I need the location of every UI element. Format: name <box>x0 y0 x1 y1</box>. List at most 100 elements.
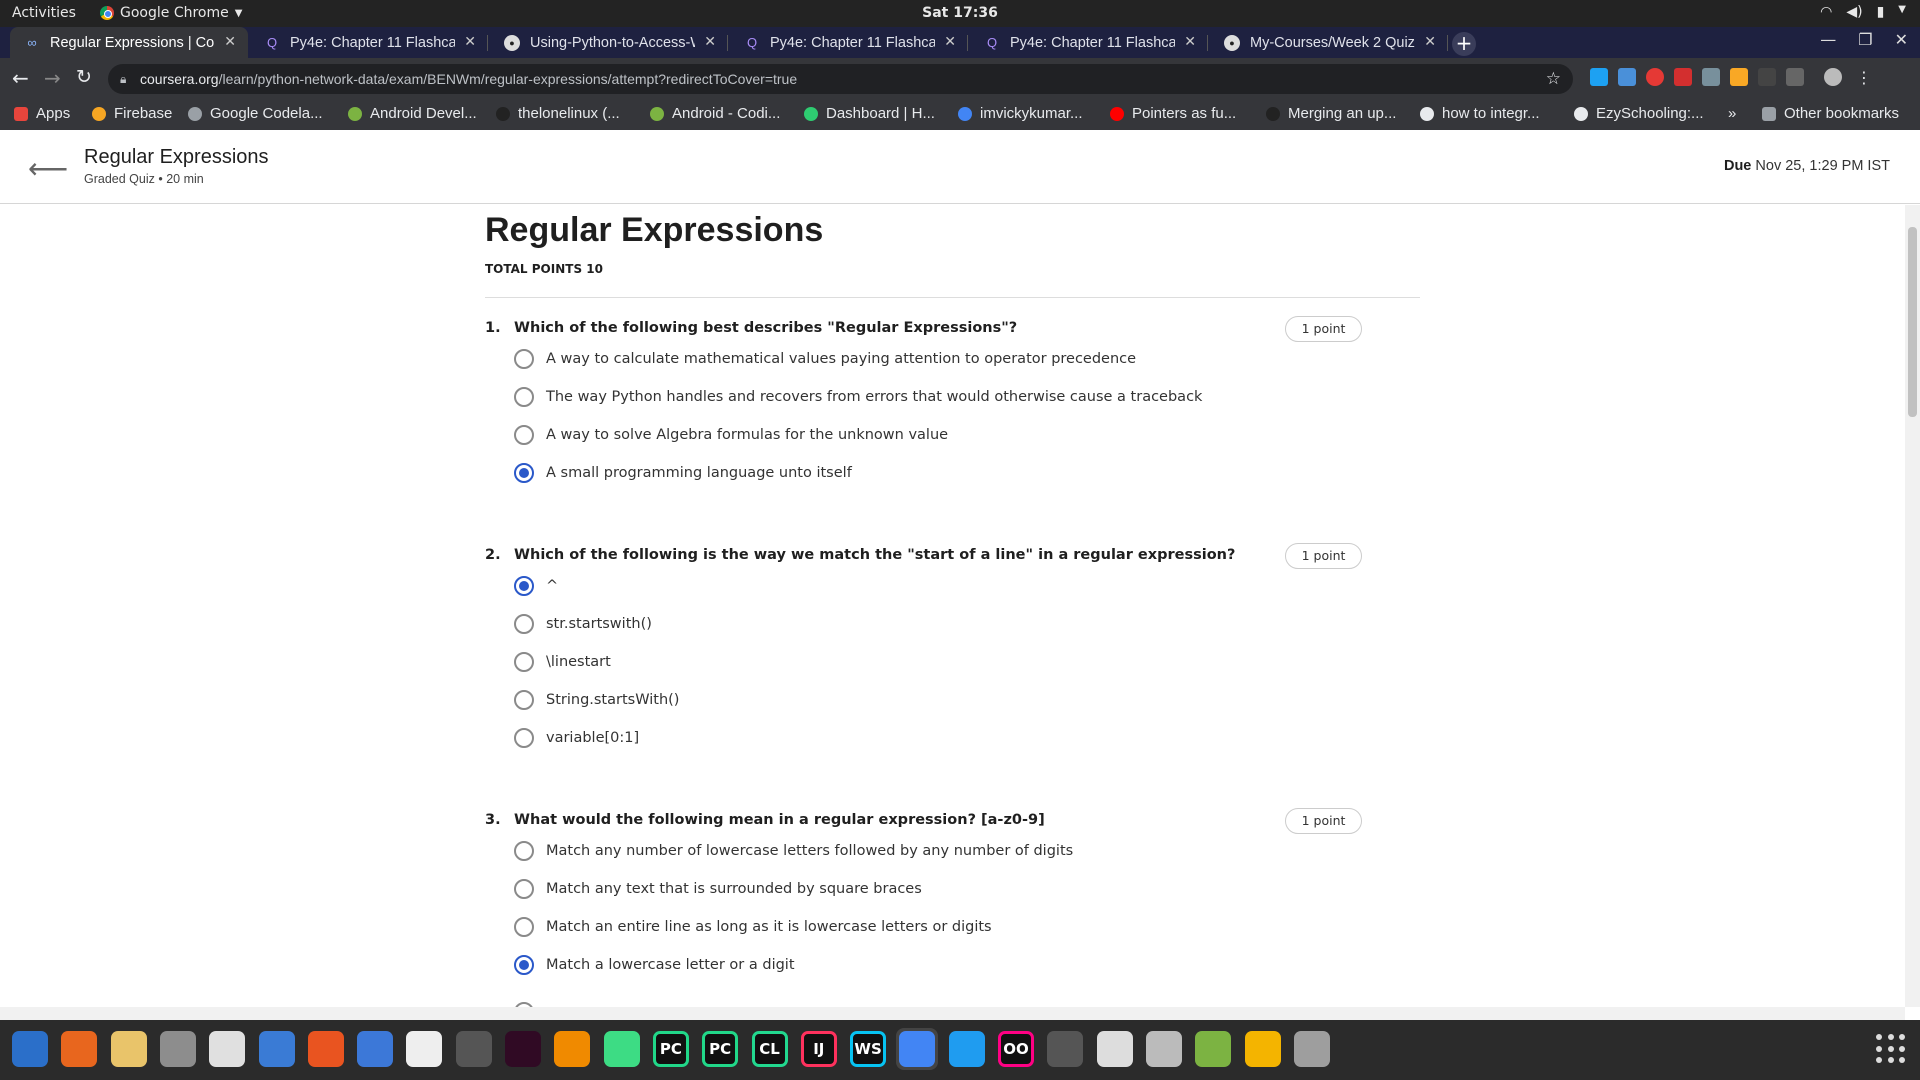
app-menu[interactable]: Google Chrome ▼ <box>100 5 242 21</box>
address-bar[interactable]: 🔒︎ coursera.org/learn/python-network-dat… <box>108 64 1573 94</box>
extension-icon[interactable] <box>1646 68 1664 86</box>
radio-button[interactable] <box>514 841 534 861</box>
answer-option[interactable]: A way to calculate mathematical values p… <box>514 349 1136 369</box>
bookmark-item[interactable]: Other bookmarks <box>1762 105 1899 122</box>
text-editor-icon[interactable] <box>206 1028 248 1070</box>
profile-avatar[interactable] <box>1824 68 1842 86</box>
bookmark-item[interactable]: thelonelinux (... <box>496 105 620 122</box>
extension-icon[interactable] <box>1618 68 1636 86</box>
answer-option[interactable]: str.startswith() <box>514 614 652 634</box>
radio-button[interactable] <box>514 955 534 975</box>
extension-icon[interactable] <box>1786 68 1804 86</box>
bookmark-item[interactable]: Pointers as fu... <box>1110 105 1236 122</box>
vlc-icon[interactable] <box>551 1028 593 1070</box>
flickr-icon[interactable]: OO <box>995 1028 1037 1070</box>
vertical-scrollbar[interactable] <box>1905 205 1920 1007</box>
answer-option[interactable]: ^ <box>514 576 558 596</box>
vscode-icon[interactable] <box>946 1028 988 1070</box>
chrome-icon[interactable] <box>896 1028 939 1070</box>
forward-icon[interactable]: → <box>44 66 61 90</box>
webstorm-icon[interactable]: WS <box>847 1028 889 1070</box>
extension-icon[interactable] <box>1702 68 1720 86</box>
bookmark-item[interactable]: Dashboard | H... <box>804 105 935 122</box>
firefox-icon[interactable] <box>58 1028 100 1070</box>
writer-icon[interactable] <box>256 1028 298 1070</box>
clion-icon[interactable]: CL <box>749 1028 791 1070</box>
answer-option[interactable]: Match any number of lowercase letters fo… <box>514 841 1073 861</box>
software-center-icon[interactable] <box>305 1028 347 1070</box>
back-arrow-icon[interactable]: ⟵ <box>28 152 68 185</box>
back-icon[interactable]: ← <box>12 66 29 90</box>
printer-icon[interactable] <box>1094 1028 1136 1070</box>
browser-tab[interactable]: ∞ Regular Expressions | Cou ✕ <box>10 27 248 58</box>
extension-icon[interactable] <box>1674 68 1692 86</box>
bookmark-item[interactable]: Android Devel... <box>348 105 477 122</box>
browser-tab[interactable]: Q Py4e: Chapter 11 Flashcar ✕ <box>250 27 488 58</box>
extension-icon[interactable] <box>1758 68 1776 86</box>
radio-button[interactable] <box>514 690 534 710</box>
intellij-icon[interactable]: IJ <box>798 1028 840 1070</box>
clock[interactable]: Sat 17:36 <box>0 5 1920 21</box>
video-icon[interactable] <box>453 1028 495 1070</box>
menu-dots-icon[interactable]: ⋮ <box>1856 68 1872 87</box>
tab-close-icon[interactable]: ✕ <box>1424 33 1436 50</box>
bookmark-star-icon[interactable]: ☆ <box>1546 64 1561 94</box>
tab-close-icon[interactable]: ✕ <box>944 33 956 50</box>
terminal-icon[interactable] <box>502 1028 544 1070</box>
browser-tab[interactable]: Q Py4e: Chapter 11 Flashcar ✕ <box>970 27 1208 58</box>
pycharm-pro-icon[interactable]: PC <box>699 1028 741 1070</box>
answer-option[interactable]: Match any text that is surrounded by squ… <box>514 879 922 899</box>
scanner-icon[interactable] <box>1143 1028 1185 1070</box>
answer-option[interactable]: A way to solve Algebra formulas for the … <box>514 425 948 445</box>
bookmark-item[interactable]: Merging an up... <box>1266 105 1396 122</box>
image-viewer-icon[interactable] <box>1192 1028 1234 1070</box>
radio-button[interactable] <box>514 652 534 672</box>
maximize-icon[interactable]: ❐ <box>1858 30 1872 49</box>
radio-button[interactable] <box>514 576 534 596</box>
answer-option[interactable]: Match an entire line as long as it is lo… <box>514 917 992 937</box>
radio-button[interactable] <box>514 349 534 369</box>
minimize-icon[interactable]: — <box>1820 30 1836 49</box>
answer-option[interactable]: variable[0:1] <box>514 728 639 748</box>
color-picker-icon[interactable] <box>1044 1028 1086 1070</box>
radio-button[interactable] <box>514 387 534 407</box>
tab-close-icon[interactable]: ✕ <box>1184 33 1196 50</box>
webcam-icon[interactable] <box>1291 1028 1333 1070</box>
answer-option[interactable]: Match a lowercase letter or a digit <box>514 955 795 975</box>
close-icon[interactable]: ✕ <box>1895 30 1908 49</box>
bookmark-item[interactable]: Android - Codi... <box>650 105 780 122</box>
horizontal-scrollbar[interactable] <box>0 1007 1905 1020</box>
tab-close-icon[interactable]: ✕ <box>464 33 476 50</box>
bookmark-item[interactable]: how to integr... <box>1420 105 1540 122</box>
thunderbird-icon[interactable] <box>9 1028 51 1070</box>
bookmark-item[interactable]: EzySchooling:... <box>1574 105 1704 122</box>
answer-option[interactable]: The way Python handles and recovers from… <box>514 387 1202 407</box>
radio-button[interactable] <box>514 728 534 748</box>
radio-button[interactable] <box>514 463 534 483</box>
bookmark-item[interactable]: Apps <box>14 105 70 122</box>
extension-icon[interactable] <box>1590 68 1608 86</box>
radio-button[interactable] <box>514 879 534 899</box>
scrollbar-thumb[interactable] <box>1908 227 1917 417</box>
tab-close-icon[interactable]: ✕ <box>704 33 716 50</box>
extension-icon[interactable] <box>1730 68 1748 86</box>
browser-tab[interactable]: Q Py4e: Chapter 11 Flashcar ✕ <box>730 27 968 58</box>
system-tray[interactable]: ◠ ◀) ▮ ▼ <box>1820 4 1906 20</box>
answer-option[interactable]: \linestart <box>514 652 611 672</box>
help-icon[interactable] <box>354 1028 396 1070</box>
new-tab-button[interactable]: + <box>1452 32 1476 56</box>
amazon-icon[interactable] <box>403 1028 445 1070</box>
bookmarks-overflow-icon[interactable]: » <box>1728 105 1736 122</box>
browser-tab[interactable]: ● Using-Python-to-Access-W ✕ <box>490 27 728 58</box>
radio-button[interactable] <box>514 425 534 445</box>
archive-icon[interactable] <box>1242 1028 1284 1070</box>
reload-icon[interactable]: ↻ <box>76 66 92 88</box>
rhythmbox-icon[interactable] <box>108 1028 150 1070</box>
tab-close-icon[interactable]: ✕ <box>224 33 236 50</box>
bookmark-item[interactable]: imvickykumar... <box>958 105 1083 122</box>
activities-button[interactable]: Activities <box>12 5 76 21</box>
bookmark-item[interactable]: Firebase <box>92 105 172 122</box>
show-applications-icon[interactable] <box>1876 1034 1906 1064</box>
radio-button[interactable] <box>514 917 534 937</box>
bookmark-item[interactable]: Google Codela... <box>188 105 323 122</box>
